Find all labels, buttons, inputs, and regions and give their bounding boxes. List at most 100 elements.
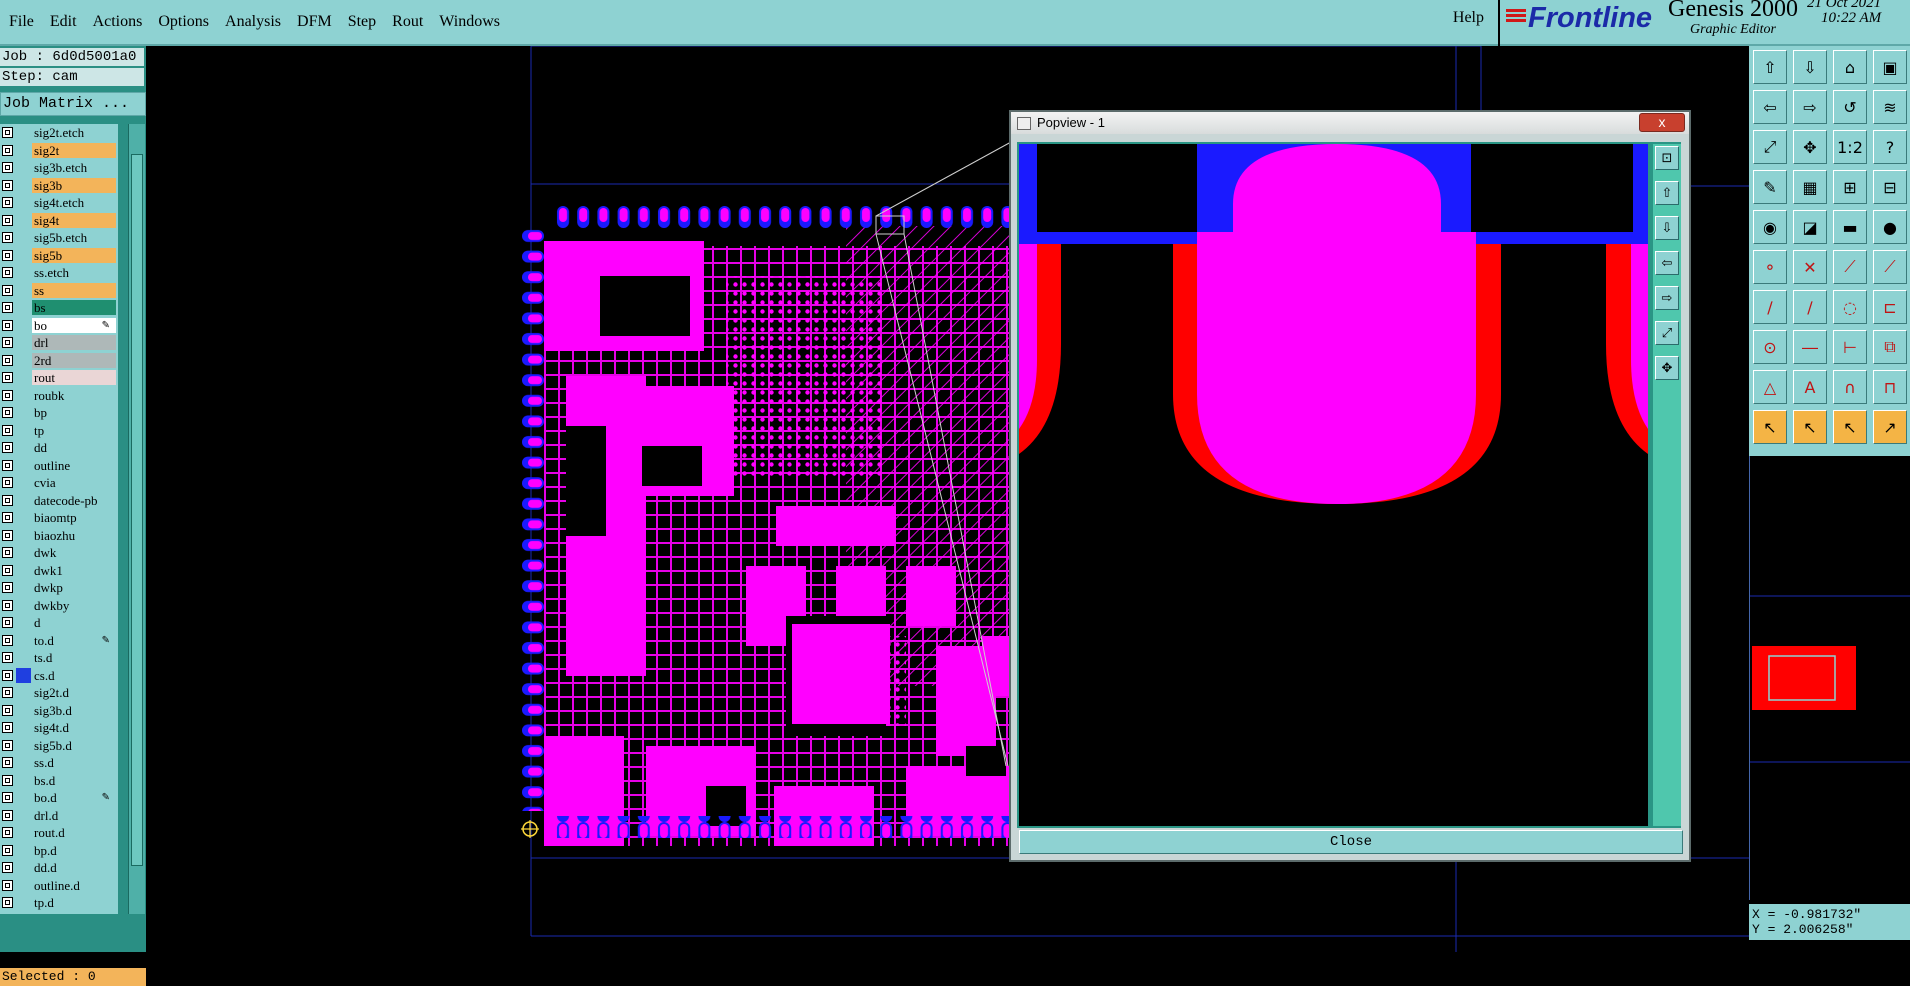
layer-checkbox[interactable] <box>2 214 13 226</box>
menu-help[interactable]: Help <box>1453 9 1484 27</box>
layer-color-swatch[interactable] <box>16 493 31 508</box>
layer-row[interactable]: dwk <box>0 545 118 560</box>
pv-left-icon[interactable]: ⇦ <box>1655 251 1679 275</box>
layer-row[interactable]: sig2t <box>0 142 118 158</box>
scale-icon[interactable]: 1:2 <box>1833 130 1867 164</box>
menu-step[interactable]: Step <box>348 13 376 31</box>
layer-color-swatch[interactable] <box>16 563 31 578</box>
layer-name[interactable]: sig5b.d <box>32 737 116 753</box>
layer-color-swatch[interactable] <box>16 370 31 385</box>
layer-name[interactable]: cs.d <box>32 667 116 683</box>
layer-name[interactable]: sig4t <box>32 212 116 228</box>
menu-dfm[interactable]: DFM <box>297 13 332 31</box>
snap-icon[interactable]: ⊞ <box>1833 170 1867 204</box>
layer-row[interactable]: biaozhu <box>0 527 118 543</box>
layer-name[interactable]: dd <box>32 440 116 455</box>
layer-color-swatch[interactable] <box>16 143 31 158</box>
layer-checkbox[interactable] <box>2 844 13 856</box>
draw-icon[interactable]: ∕ <box>1753 290 1787 324</box>
layer-color-swatch[interactable] <box>16 808 31 823</box>
layer-color-swatch[interactable] <box>16 545 31 560</box>
layer-checkbox[interactable] <box>2 634 13 646</box>
layer-name[interactable]: bs <box>32 300 116 315</box>
layer-name[interactable]: outline <box>32 457 116 473</box>
arc-icon[interactable]: ◌ <box>1833 290 1867 324</box>
layer-name[interactable]: bo.d ✎ <box>32 790 116 805</box>
layer-color-swatch[interactable] <box>16 667 31 683</box>
layer-name[interactable]: sig2t.d <box>32 685 116 700</box>
slash-icon[interactable]: ∕ <box>1793 290 1827 324</box>
help-icon[interactable]: ? <box>1873 130 1907 164</box>
fit-icon[interactable]: ⤢ <box>1753 130 1787 164</box>
layer-color-swatch[interactable] <box>16 213 31 228</box>
pad-icon[interactable]: ◉ <box>1753 210 1787 244</box>
align-icon[interactable]: ⊏ <box>1873 290 1907 324</box>
layer-name[interactable]: sig2t.etch <box>32 125 116 140</box>
layer-name[interactable]: ss.etch <box>32 265 116 280</box>
layer-checkbox[interactable] <box>2 144 13 156</box>
layer-name[interactable]: 2rd <box>32 352 116 368</box>
route-icon[interactable]: ⟋ <box>1873 250 1907 284</box>
layer-checkbox[interactable] <box>2 127 13 138</box>
job-matrix-button[interactable]: Job Matrix ... <box>0 92 146 116</box>
layer-color-swatch[interactable] <box>16 510 31 525</box>
layer-name[interactable]: ss.d <box>32 755 116 770</box>
layer-name[interactable]: dd.d <box>32 860 116 875</box>
layer-checkbox[interactable] <box>2 774 13 786</box>
window-close-button[interactable]: x <box>1639 113 1685 132</box>
arch-icon[interactable]: ∩ <box>1833 370 1867 404</box>
layer-row[interactable]: drl <box>0 335 118 350</box>
layer-name[interactable]: drl.d <box>32 807 116 823</box>
layer-row[interactable]: roubk <box>0 387 118 403</box>
layer-name[interactable]: sig5b.etch <box>32 230 116 245</box>
layer-row[interactable]: sig5b.d <box>0 737 118 753</box>
layer-checkbox[interactable] <box>2 739 13 751</box>
layer-name[interactable]: sig2t <box>32 142 116 158</box>
layer-row[interactable]: dwkp <box>0 580 118 595</box>
layer-checkbox[interactable] <box>2 372 13 383</box>
layer-color-swatch[interactable] <box>16 283 31 298</box>
layer-row[interactable]: sig3b.d <box>0 702 118 718</box>
layer-color-swatch[interactable] <box>16 125 31 140</box>
ruler-icon[interactable]: ⊓ <box>1873 370 1907 404</box>
minus-icon[interactable]: ― <box>1793 330 1827 364</box>
layer-row[interactable]: bp <box>0 405 118 420</box>
layer-name[interactable]: biaozhu <box>32 527 116 543</box>
layer-row[interactable]: cs.d <box>0 667 118 683</box>
layer-name[interactable]: ts.d <box>32 650 116 665</box>
layer-color-swatch[interactable] <box>16 703 31 718</box>
menu-actions[interactable]: Actions <box>93 13 143 31</box>
layer-row[interactable]: sig4t.d <box>0 720 118 735</box>
layer-row[interactable]: sig4t <box>0 212 118 228</box>
layer-row[interactable]: drl.d <box>0 807 118 823</box>
layer-color-swatch[interactable] <box>16 580 31 595</box>
layer-checkbox[interactable] <box>2 757 13 768</box>
layer-row[interactable]: dd.d <box>0 860 118 875</box>
layer-color-swatch[interactable] <box>16 388 31 403</box>
layer-name[interactable]: rout <box>32 370 116 385</box>
layer-name[interactable]: sig4t.etch <box>32 195 116 210</box>
layer-name[interactable]: biaomtp <box>32 510 116 525</box>
layer-row[interactable]: bs <box>0 300 118 315</box>
cross-icon[interactable]: ✕ <box>1793 250 1827 284</box>
layer-checkbox[interactable] <box>2 459 13 471</box>
layer-row[interactable]: sig2t.etch <box>0 125 118 140</box>
a-icon[interactable]: A <box>1793 370 1827 404</box>
layer-name[interactable]: d <box>32 615 116 630</box>
layer-name[interactable]: bs.d <box>32 772 116 788</box>
layer-color-swatch[interactable] <box>16 318 31 333</box>
layer-name[interactable]: bo ✎ <box>32 317 116 333</box>
layer-checkbox[interactable] <box>2 827 13 838</box>
pv-center-icon[interactable]: ✥ <box>1655 356 1679 380</box>
select-pad-icon[interactable]: ⊙ <box>1753 330 1787 364</box>
layer-row[interactable]: outline.d <box>0 877 118 893</box>
layer-name[interactable]: outline.d <box>32 877 116 893</box>
layer-color-swatch[interactable] <box>16 685 31 700</box>
zoom-out-icon[interactable]: ⇨ <box>1793 90 1827 124</box>
layer-row[interactable]: dwkby <box>0 597 118 613</box>
layer-checkbox[interactable] <box>2 582 13 593</box>
layer-checkbox[interactable] <box>2 512 13 523</box>
layer-name[interactable]: drl <box>32 335 116 350</box>
layer-checkbox[interactable] <box>2 617 13 628</box>
measure-icon[interactable]: ✎ <box>1753 170 1787 204</box>
